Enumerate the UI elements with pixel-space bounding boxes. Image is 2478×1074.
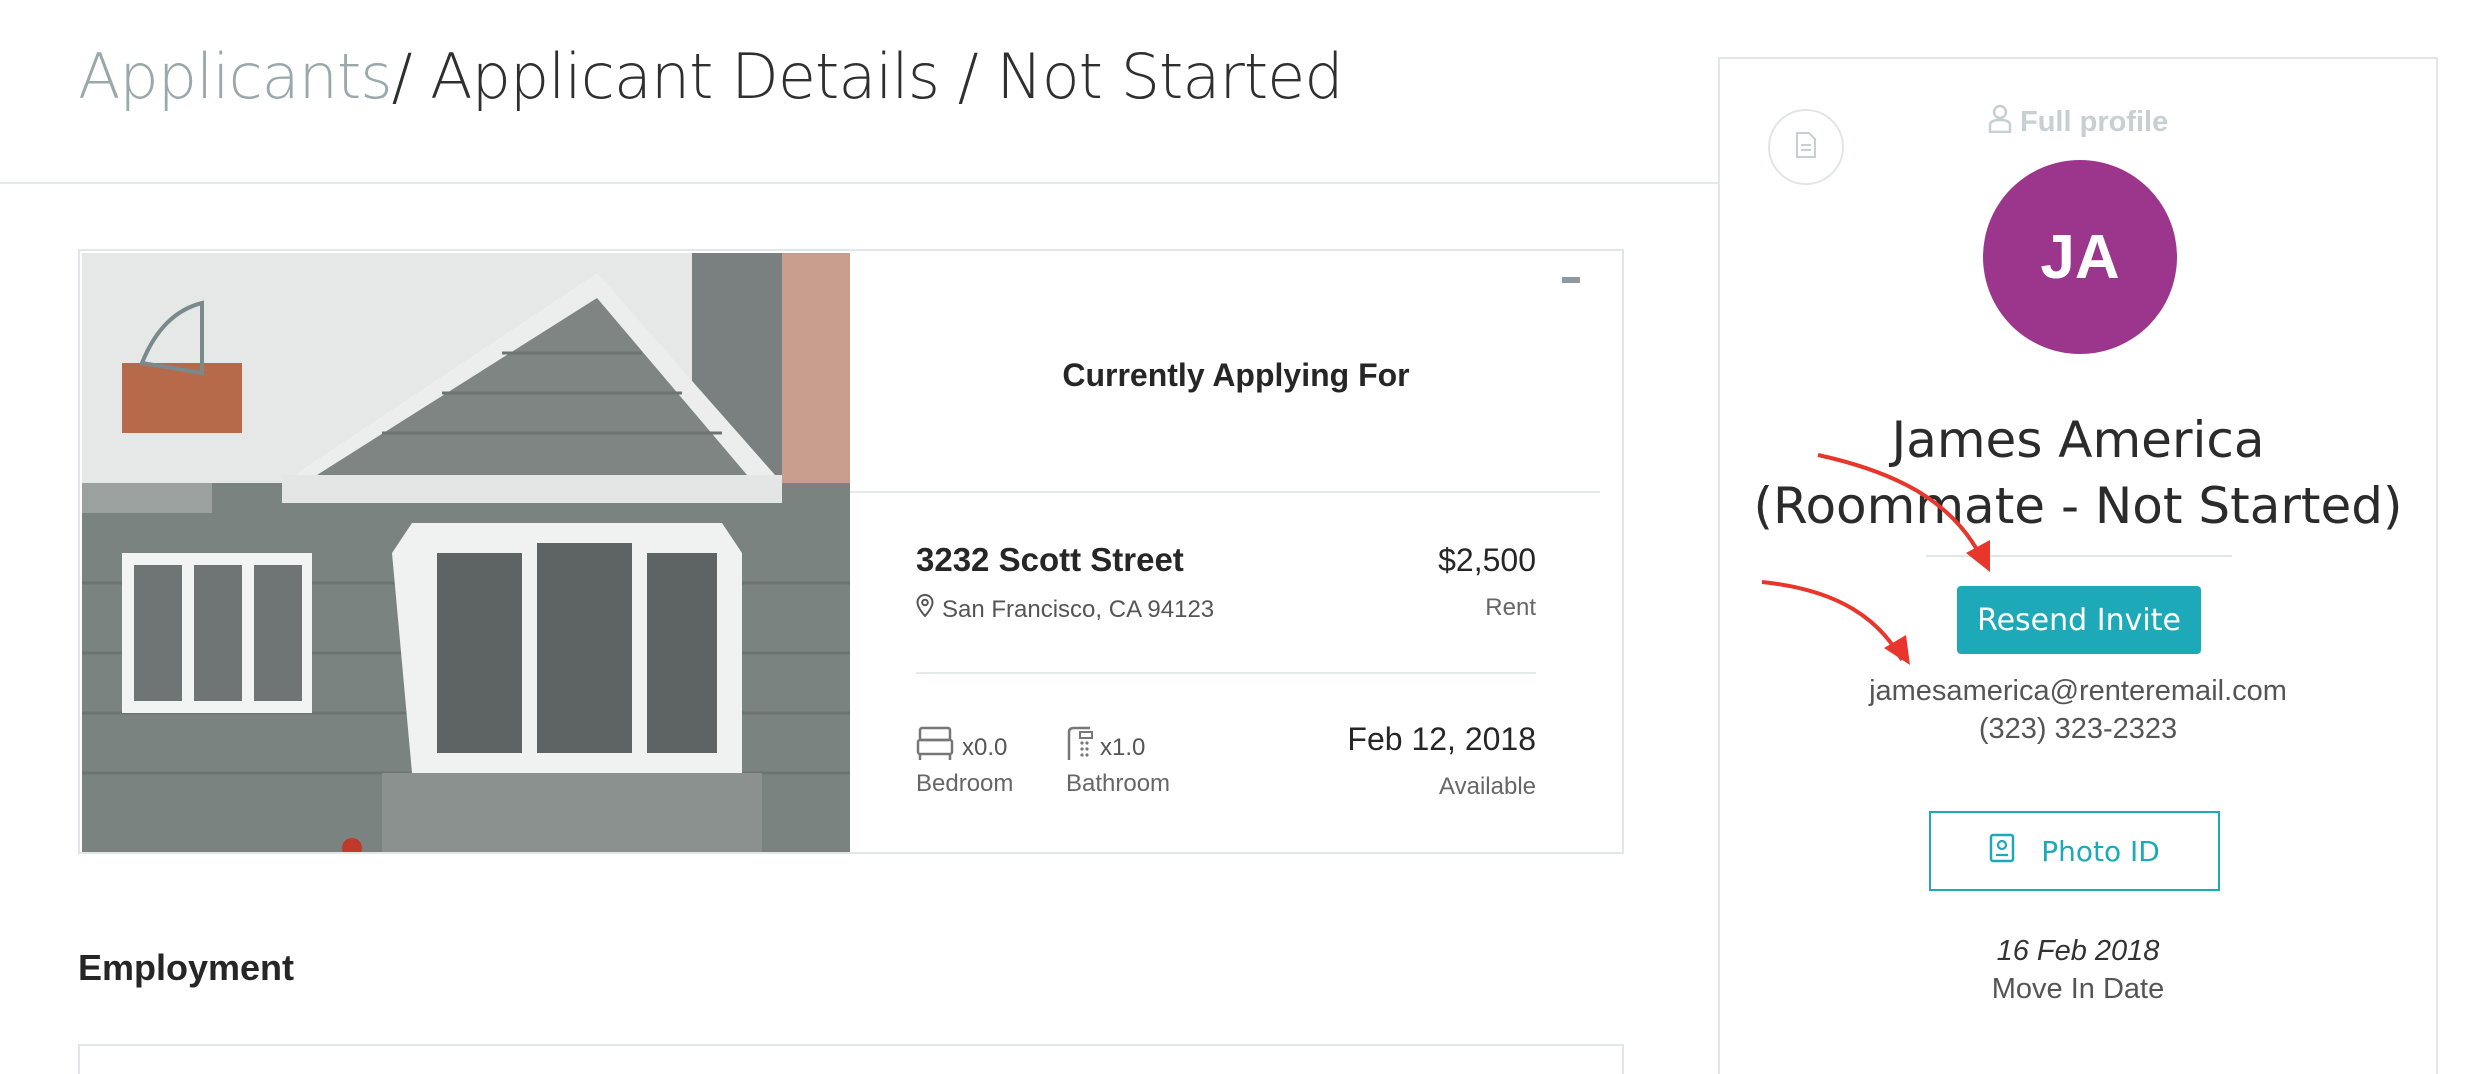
move-in-date: 16 Feb 2018 bbox=[1996, 935, 2160, 967]
applicant-status-line: (Roommate - Not Started) bbox=[1753, 477, 2403, 535]
avatar: JA bbox=[1983, 160, 2177, 354]
applicant-email: jamesamerica@renteremail.com bbox=[1869, 675, 2287, 707]
property-street: 3232 Scott Street bbox=[916, 541, 1184, 578]
user-icon bbox=[1988, 103, 2012, 141]
bed-icon bbox=[916, 726, 954, 768]
available-date: Feb 12, 2018 bbox=[1347, 721, 1536, 757]
move-in-label: Move In Date bbox=[1991, 973, 2165, 1005]
document-icon bbox=[1795, 131, 1817, 163]
available-label: Available bbox=[1439, 773, 1536, 800]
avatar-initials: JA bbox=[2040, 222, 2120, 292]
collapse-button[interactable] bbox=[1562, 277, 1580, 283]
full-profile-link[interactable]: Full profile bbox=[1988, 103, 2168, 141]
applicant-name: James America (Roommate - Not Started) bbox=[1720, 407, 2436, 539]
applicant-profile-panel: Full profile JA James America (Roommate … bbox=[1718, 57, 2438, 1074]
breadcrumb: Applicants/ Applicant Details / Not Star… bbox=[78, 40, 1344, 113]
divider bbox=[916, 672, 1536, 674]
document-button[interactable] bbox=[1768, 109, 1844, 185]
photo-id-button[interactable]: Photo ID bbox=[1929, 811, 2220, 891]
page-header: Applicants/ Applicant Details / Not Star… bbox=[0, 0, 1718, 184]
full-profile-label: Full profile bbox=[2020, 105, 2169, 138]
divider bbox=[1926, 555, 2232, 557]
currently-applying-title: Currently Applying For bbox=[1062, 357, 1410, 393]
applicant-name-line: James America bbox=[1891, 411, 2265, 469]
bedroom-stat: x0.0 Bedroom bbox=[916, 726, 1013, 797]
divider bbox=[850, 491, 1600, 493]
bathroom-count: x1.0 bbox=[1100, 734, 1146, 761]
employment-title: Employment bbox=[78, 947, 295, 988]
rent-label: Rent bbox=[1485, 594, 1536, 621]
applicant-phone: (323) 323-2323 bbox=[1978, 713, 2178, 745]
employment-section bbox=[78, 1044, 1624, 1074]
bathroom-label: Bathroom bbox=[1066, 770, 1171, 797]
rent-value: $2,500 bbox=[1438, 542, 1536, 578]
resend-invite-button[interactable]: Resend Invite bbox=[1957, 586, 2201, 654]
breadcrumb-applicants-link[interactable]: Applicants bbox=[78, 40, 393, 113]
id-card-icon bbox=[1989, 833, 2015, 870]
property-city-row: San Francisco, CA 94123 bbox=[916, 593, 1215, 625]
property-city: San Francisco, CA 94123 bbox=[942, 595, 1215, 623]
property-photo bbox=[82, 253, 850, 852]
breadcrumb-current: / Applicant Details / Not Started bbox=[391, 40, 1344, 113]
photo-id-label: Photo ID bbox=[2041, 834, 2160, 868]
map-pin-icon bbox=[916, 593, 934, 625]
property-info: Currently Applying For 3232 Scott Street… bbox=[850, 251, 1622, 852]
bedroom-count: x0.0 bbox=[962, 734, 1008, 761]
bedroom-label: Bedroom bbox=[916, 770, 1014, 797]
bathroom-stat: x1.0 Bathroom bbox=[1066, 726, 1170, 797]
property-card: Currently Applying For 3232 Scott Street… bbox=[78, 249, 1624, 854]
bath-icon bbox=[1066, 726, 1096, 768]
